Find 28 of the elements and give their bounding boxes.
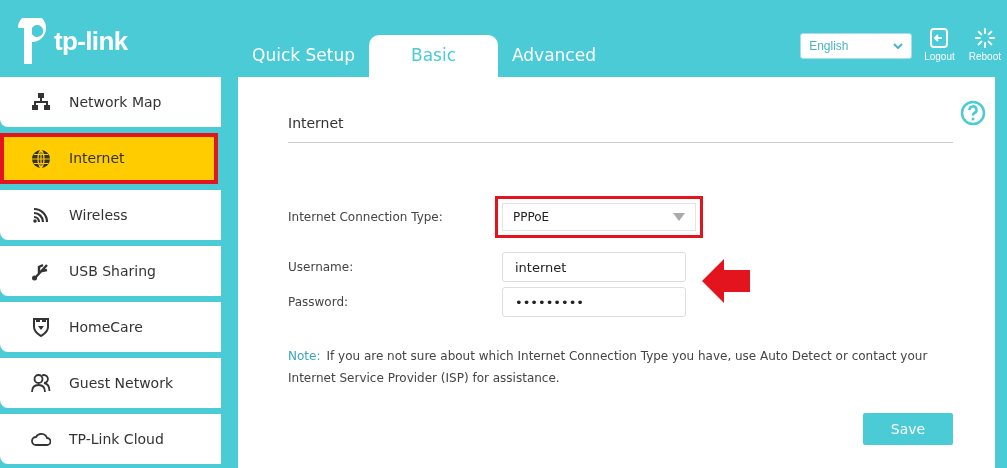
note-text: Note: If you are not sure about which Internet Connection Type you have, use Auto Detect or contact your Internet Service Provider (ISP) for assistance. xyxy=(288,348,929,387)
sidebar-item[interactable]: Network Map xyxy=(0,77,221,127)
username-field[interactable]: internet xyxy=(502,252,686,282)
field-label: Internet Connection Type: xyxy=(288,209,444,226)
shield-icon xyxy=(31,317,51,337)
sidebar-item[interactable]: TP-Link Cloud xyxy=(0,414,221,464)
sidebar-item[interactable]: Wireless xyxy=(0,190,221,240)
help-icon[interactable] xyxy=(960,100,986,126)
section-title: Internet xyxy=(288,113,953,143)
arrow-icon xyxy=(702,259,752,303)
spinner-icon xyxy=(974,28,995,48)
globe-icon xyxy=(31,148,51,169)
connection-type-select[interactable]: PPPoE xyxy=(502,203,696,231)
dropdown-icon xyxy=(673,213,685,221)
usb-icon xyxy=(31,261,51,281)
chevron-icon xyxy=(893,42,904,49)
exit-icon xyxy=(929,28,950,48)
password-field[interactable]: ••••••••• xyxy=(502,287,686,317)
sidebar-item[interactable]: Internet xyxy=(0,133,218,184)
network-icon xyxy=(31,92,51,112)
sidebar-item[interactable]: USB Sharing xyxy=(0,246,221,296)
wifi-icon xyxy=(31,205,51,225)
people-icon xyxy=(31,373,51,393)
sidebar-item[interactable]: Guest Network xyxy=(0,358,221,408)
sidebar-item[interactable]: HomeCare xyxy=(0,302,221,352)
brand-name: tp-link xyxy=(54,24,128,58)
field-label: Password: xyxy=(288,294,350,311)
field-label: Username: xyxy=(288,259,355,276)
